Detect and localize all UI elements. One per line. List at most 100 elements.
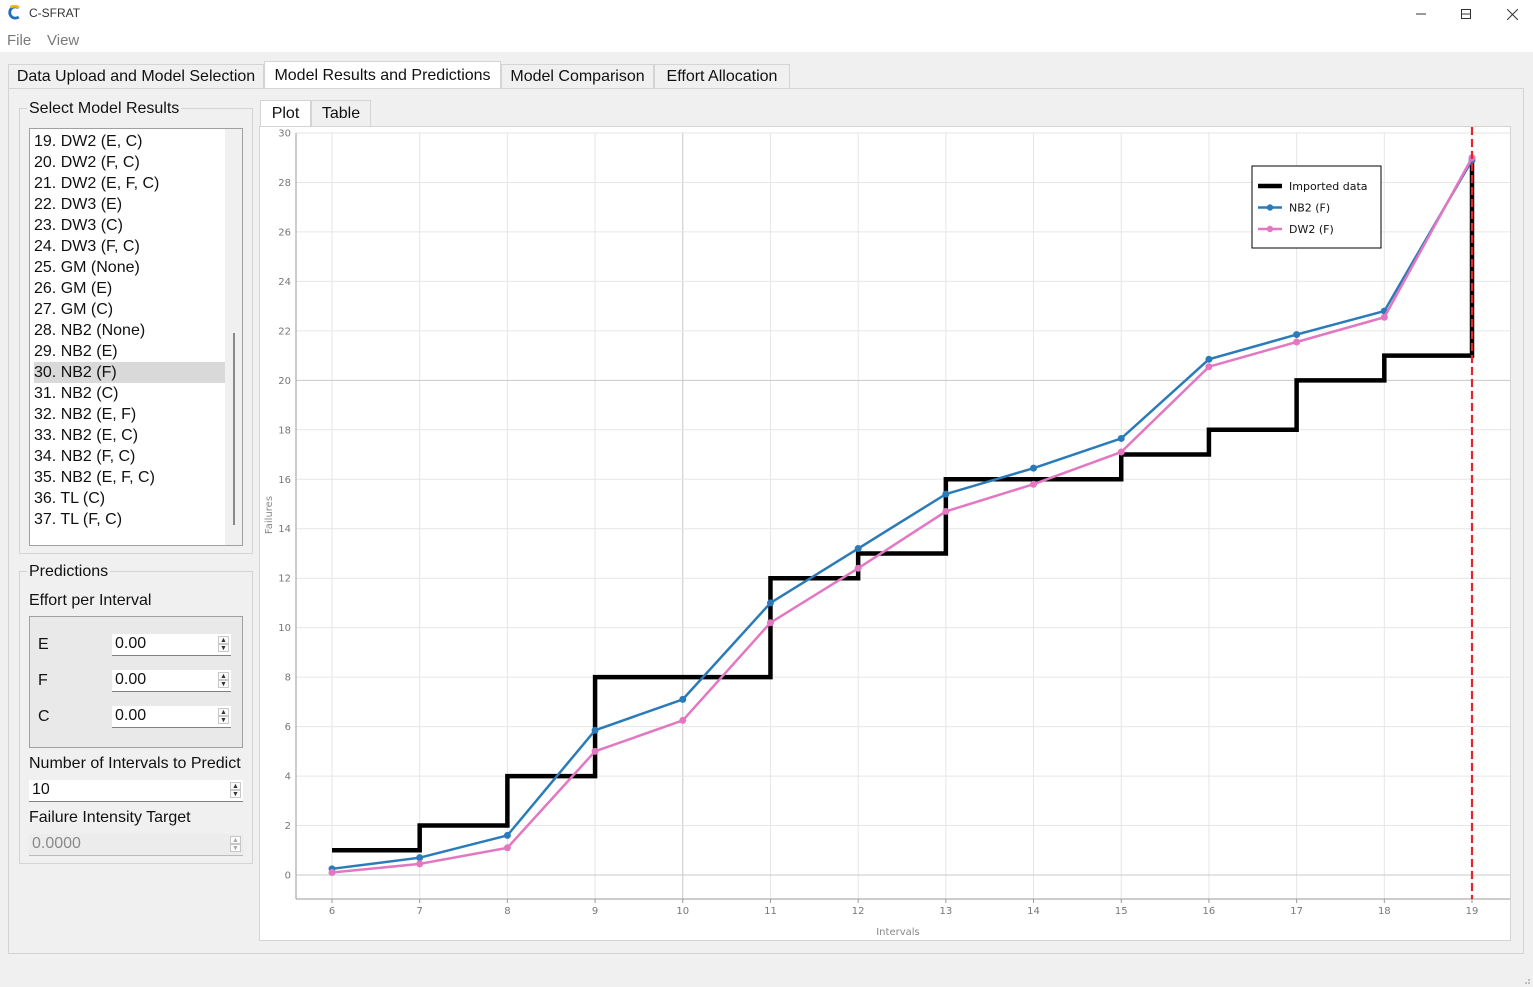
tab-effort-allocation[interactable]: Effort Allocation — [654, 64, 790, 89]
spin-up-icon[interactable]: ▲ — [230, 782, 241, 790]
list-item[interactable]: 26. GM (E) — [34, 278, 225, 299]
close-button[interactable] — [1489, 0, 1533, 28]
maximize-button[interactable] — [1443, 0, 1489, 28]
data-point — [679, 695, 687, 703]
spin-up-icon[interactable]: ▲ — [218, 708, 229, 716]
app-logo-icon — [8, 5, 20, 20]
spin-down-icon[interactable]: ▼ — [218, 644, 229, 652]
list-item[interactable]: 30. NB2 (F) — [34, 362, 225, 383]
x-tick-label: 10 — [676, 906, 689, 917]
intervals-to-predict-spinbox[interactable]: 10 ▲ ▼ — [29, 780, 243, 802]
spin-down-icon: ▼ — [230, 844, 241, 852]
data-point — [416, 854, 424, 862]
data-point — [1117, 448, 1125, 456]
data-point — [416, 860, 424, 868]
list-item[interactable]: 28. NB2 (None) — [34, 320, 225, 341]
subtab-plot[interactable]: Plot — [260, 100, 311, 127]
list-item[interactable]: 37. TL (F, C) — [34, 509, 225, 530]
data-point — [1030, 464, 1038, 472]
failure-intensity-label: Failure Intensity Target — [29, 809, 191, 826]
data-point — [1030, 480, 1038, 488]
scrollbar-thumb[interactable] — [233, 333, 235, 525]
failure-intensity-value: 0.0000 — [32, 835, 81, 852]
effort-e-stepper[interactable]: ▲ ▼ — [218, 636, 229, 652]
intensity-stepper: ▲ ▼ — [230, 836, 241, 852]
menu-file[interactable]: File — [7, 32, 31, 49]
legend-marker — [1266, 225, 1274, 233]
legend-label: DW2 (F) — [1289, 223, 1334, 236]
model-results-list[interactable]: 19. DW2 (E, C) 20. DW2 (F, C) 21. DW2 (E, … — [29, 128, 243, 546]
effort-per-interval-label: Effort per Interval — [29, 592, 152, 609]
spin-down-icon[interactable]: ▼ — [218, 680, 229, 688]
resize-grip-icon[interactable] — [1521, 975, 1531, 985]
effort-f-value: 0.00 — [115, 671, 147, 688]
series-line-imported-data — [332, 157, 1475, 853]
list-item[interactable]: 20. DW2 (F, C) — [34, 152, 225, 173]
list-item[interactable]: 24. DW3 (F, C) — [34, 236, 225, 257]
failure-intensity-spinbox: 0.0000 ▲ ▼ — [29, 834, 243, 856]
minimize-icon — [1416, 13, 1426, 15]
list-item[interactable]: 19. DW2 (E, C) — [34, 131, 225, 152]
menu-view[interactable]: View — [47, 32, 79, 49]
list-item[interactable]: 35. NB2 (E, F, C) — [34, 467, 225, 488]
minimize-button-2[interactable] — [1398, 0, 1444, 28]
spin-down-icon[interactable]: ▼ — [218, 716, 229, 724]
failures-chart: 6 7 8 9 10 11 12 13 14 15 16 17 18 190246810121416182… — [264, 127, 1510, 938]
data-point — [591, 747, 599, 755]
y-tick-label: 22 — [278, 326, 291, 337]
spin-down-icon[interactable]: ▼ — [230, 790, 241, 798]
effort-e-label: E — [38, 636, 49, 653]
x-tick-label: 9 — [592, 906, 598, 917]
y-tick-label: 24 — [278, 277, 291, 288]
series-line-nb2 — [331, 159, 1474, 871]
data-point — [1293, 338, 1301, 346]
data-point — [503, 831, 511, 839]
data-point — [1117, 434, 1125, 442]
y-tick-label: 0 — [285, 871, 291, 882]
list-item[interactable]: 21. DW2 (E, F, C) — [34, 173, 225, 194]
tab-data-upload[interactable]: Data Upload and Model Selection — [8, 64, 264, 89]
effort-f-stepper[interactable]: ▲ ▼ — [218, 672, 229, 688]
plot-area[interactable]: 6 7 8 9 10 11 12 13 14 15 16 17 18 19 0 2 4 6 8 10 12 14 16 18 2… — [259, 126, 1511, 941]
list-item[interactable]: 33. NB2 (E, C) — [34, 425, 225, 446]
list-item[interactable]: 25. GM (None) — [34, 257, 225, 278]
menu-bar: File View — [0, 28, 1533, 52]
list-item[interactable]: 29. NB2 (E) — [34, 341, 225, 362]
predictions-title: Predictions — [27, 563, 111, 581]
y-tick-label: 18 — [278, 425, 291, 436]
subtab-table[interactable]: Table — [311, 100, 371, 127]
spin-up-icon[interactable]: ▲ — [218, 636, 229, 644]
select-model-title: Select Model Results — [27, 100, 182, 118]
effort-e-spinbox[interactable]: 0.00 ▲ ▼ — [112, 634, 231, 656]
list-item[interactable]: 23. DW3 (C) — [34, 215, 225, 236]
data-point — [766, 599, 774, 607]
intervals-to-predict-label: Number of Intervals to Predict — [29, 755, 241, 772]
list-item[interactable]: 34. NB2 (F, C) — [34, 446, 225, 467]
data-point — [503, 844, 511, 852]
list-item[interactable]: 32. NB2 (E, F) — [34, 404, 225, 425]
data-point — [942, 490, 950, 498]
effort-c-label: C — [38, 708, 50, 725]
list-item[interactable]: 22. DW3 (E) — [34, 194, 225, 215]
list-item[interactable]: 31. NB2 (C) — [34, 383, 225, 404]
spin-up-icon[interactable]: ▲ — [218, 672, 229, 680]
data-point — [942, 507, 950, 515]
effort-c-stepper[interactable]: ▲ ▼ — [218, 708, 229, 724]
list-item[interactable]: 27. GM (C) — [34, 299, 225, 320]
intervals-to-predict-value: 10 — [32, 781, 50, 798]
tab-model-results[interactable]: Model Results and Predictions — [264, 61, 501, 90]
tab-model-comparison[interactable]: Model Comparison — [501, 64, 654, 89]
y-tick-label: 12 — [278, 574, 291, 585]
effort-e-value: 0.00 — [115, 635, 147, 652]
effort-c-spinbox[interactable]: 0.00 ▲ ▼ — [112, 706, 231, 728]
list-scrollbar[interactable] — [225, 129, 242, 545]
data-point — [1293, 331, 1301, 339]
data-point — [1205, 355, 1213, 363]
legend-marker — [1266, 204, 1274, 211]
x-tick-label: 19 — [1466, 906, 1479, 917]
intervals-stepper[interactable]: ▲ ▼ — [230, 782, 241, 798]
data-point — [1380, 313, 1388, 321]
y-tick-label: 8 — [285, 673, 291, 684]
list-item[interactable]: 36. TL (C) — [34, 488, 225, 509]
effort-f-spinbox[interactable]: 0.00 ▲ ▼ — [112, 670, 231, 692]
